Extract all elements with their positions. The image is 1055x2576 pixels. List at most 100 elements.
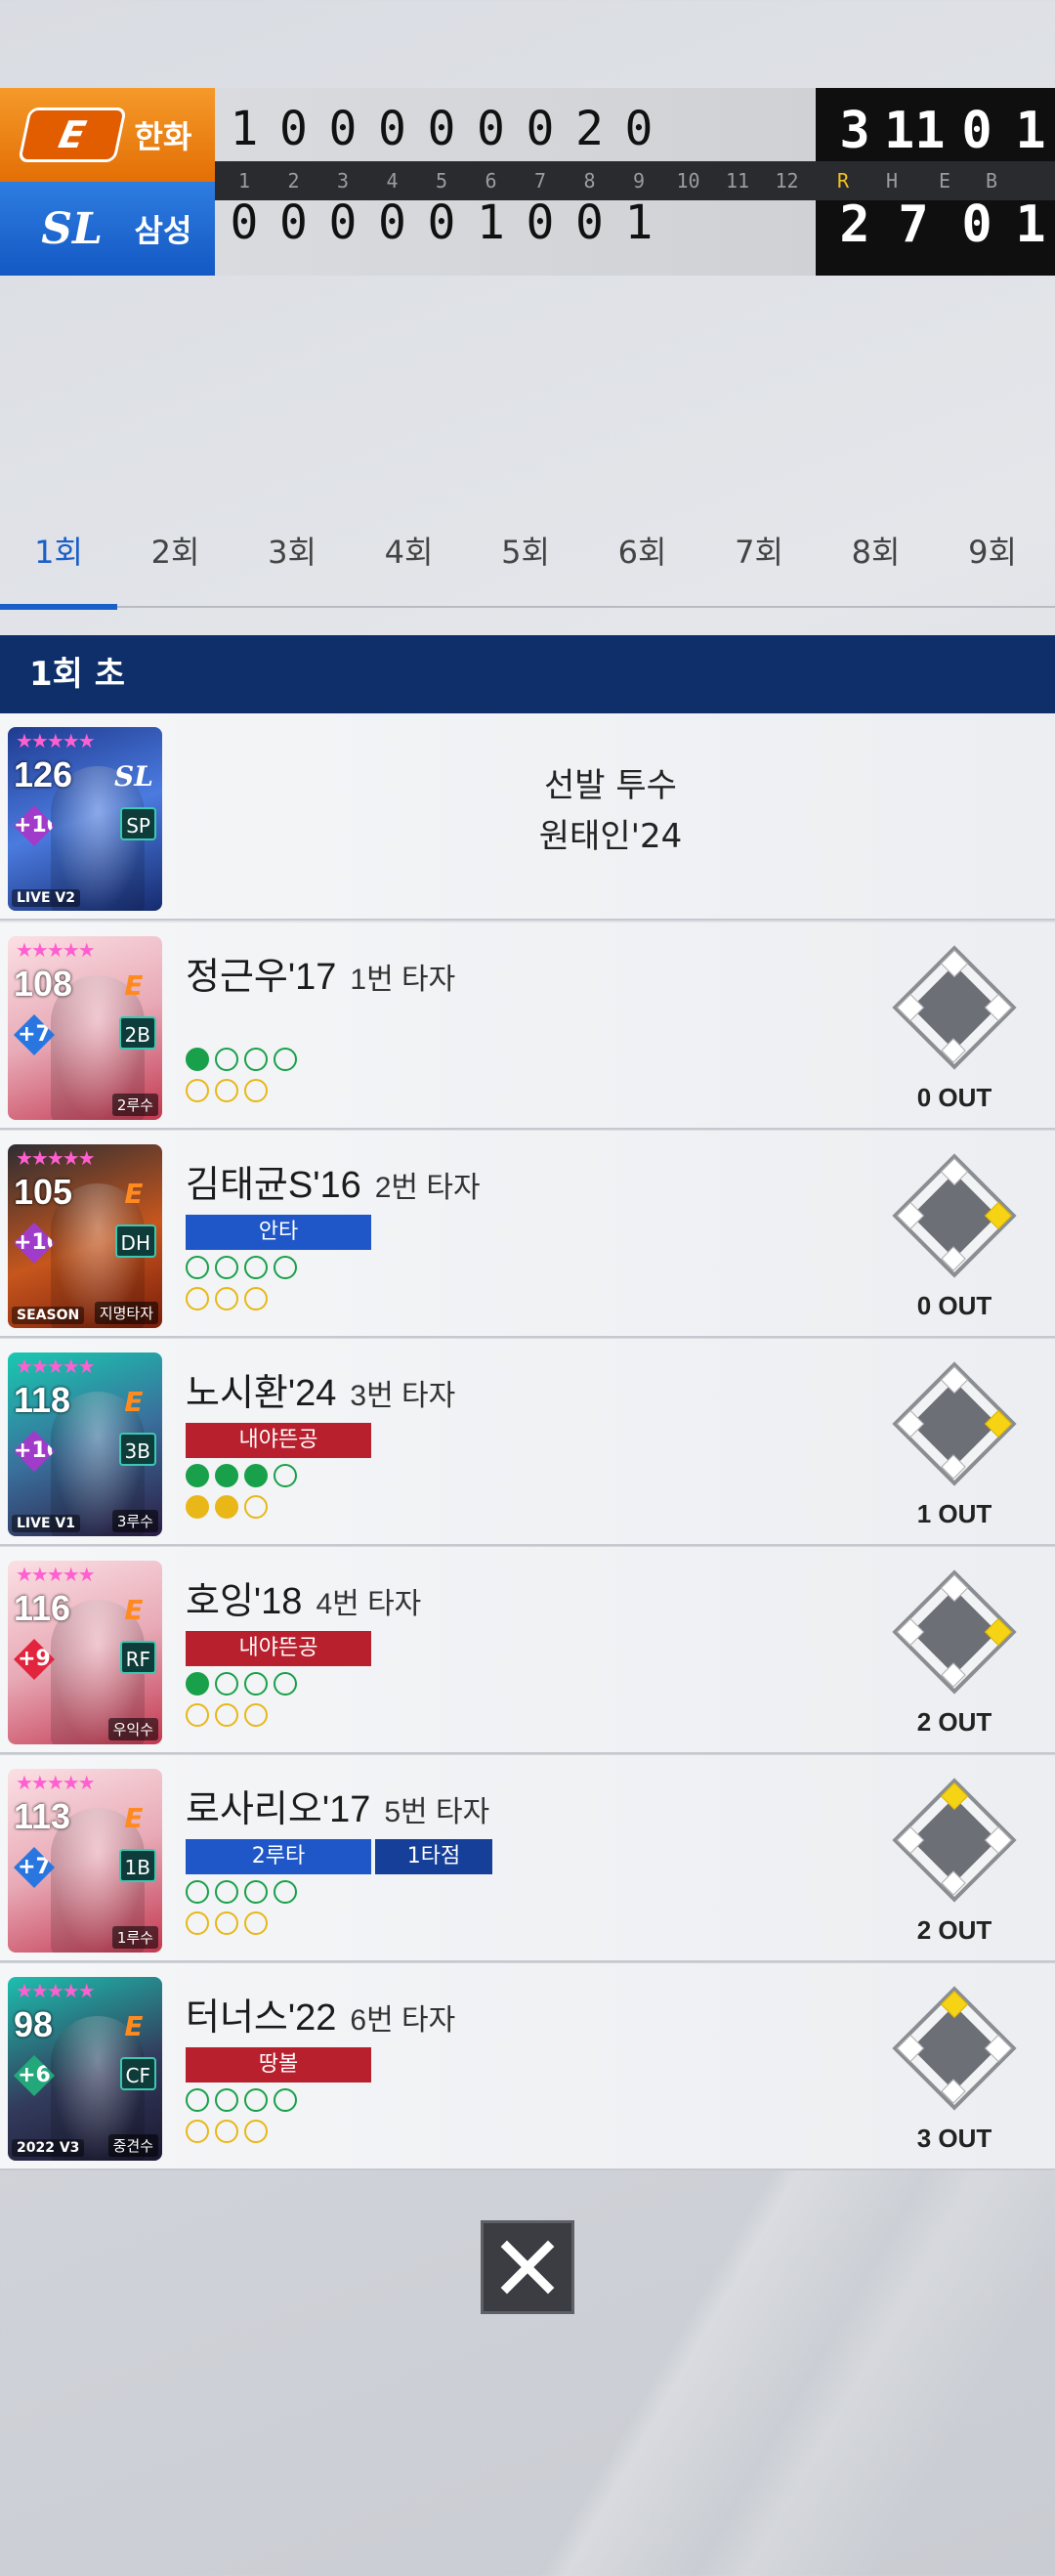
out-count-label: 1 OUT (916, 1499, 992, 1528)
batter-card: ★★★★★ 108 E +7 2B 2루수 (8, 936, 162, 1120)
position-badge: SP (120, 807, 156, 840)
tab-inning-4[interactable]: 4회 (351, 518, 468, 608)
card-tag: SEASON (12, 1307, 85, 1324)
lions-mark-icon: SL (114, 760, 153, 793)
batter-row[interactable]: ★★★★★ 116 E +9 RF 우익수 호잉'18 4번 타자 내야뜬공 2 OUT (0, 1547, 1055, 1754)
ball-dot-icon (186, 1256, 209, 1279)
at-bat-results: 내야뜬공 (186, 1423, 371, 1458)
batter-name: 로사리오'17 5번 타자 (186, 1779, 489, 1832)
ball-dot-icon (244, 1672, 268, 1696)
eagles-mark-icon: E (124, 1386, 144, 1418)
position-badge: DH (114, 1224, 156, 1258)
ball-dot-icon (186, 1672, 209, 1696)
home-inning-1-score: 0 (230, 195, 259, 250)
strike-count-indicator (186, 1079, 268, 1102)
ball-dot-icon (215, 1880, 238, 1904)
away-inning-8-score: 2 (575, 102, 604, 156)
strike-dot-icon (215, 1079, 238, 1102)
batter-row[interactable]: ★★★★★ 98 E +6 CF 2022 V3 중견수 터너스'22 6번 타자 땅볼 3 OUT (0, 1963, 1055, 2170)
at-bat-results: 내야뜬공 (186, 1631, 371, 1666)
strike-count-indicator (186, 1703, 268, 1727)
strike-dot-icon (244, 1703, 268, 1727)
enhance-badge: +9 (14, 1639, 55, 1680)
card-tag: 2022 V3 (12, 2139, 85, 2157)
eagles-mark-icon: E (124, 2010, 144, 2042)
away-team-badge: E 한화 (0, 88, 215, 182)
batting-order: 6번 타자 (350, 2004, 456, 2037)
strike-count-indicator (186, 2120, 268, 2143)
star-rating-icon: ★★★★★ (16, 729, 96, 752)
card-role-label: 지명타자 (94, 1302, 158, 1324)
batter-card: ★★★★★ 98 E +6 CF 2022 V3 중견수 (8, 1977, 162, 2161)
position-badge: 2B (118, 1016, 156, 1050)
away-total-b: 1 (1015, 102, 1046, 160)
home-inning-3-score: 0 (328, 195, 358, 250)
inning-header: 1회 초 (0, 635, 1055, 713)
ball-dot-icon (215, 1256, 238, 1279)
tab-inning-1[interactable]: 1회 (0, 518, 117, 610)
eagles-mark-icon: E (124, 1178, 144, 1210)
strike-dot-icon (186, 1287, 209, 1310)
ball-dot-icon (244, 2088, 268, 2112)
inning-number-2: 2 (287, 169, 300, 193)
total-header-e: E (938, 169, 951, 193)
batter-card: ★★★★★ 105 E +10 DH SEASON 지명타자 (8, 1144, 162, 1328)
home-inning-7-score: 0 (526, 195, 555, 250)
position-badge: RF (119, 1641, 156, 1674)
tab-inning-3[interactable]: 3회 (233, 518, 351, 608)
scoreboard: E 한화 100000020 3 11 0 1 1 2 3 4 5 6 7 8 9 10 11 12 R H E B… (0, 88, 1055, 276)
tab-inning-9[interactable]: 9회 (934, 518, 1051, 608)
home-total-r: 2 (839, 195, 870, 254)
home-total-h: 7 (898, 195, 929, 254)
away-total-r: 3 (839, 102, 870, 160)
star-rating-icon: ★★★★★ (16, 1563, 96, 1586)
tab-inning-5[interactable]: 5회 (467, 518, 584, 608)
star-rating-icon: ★★★★★ (16, 1146, 96, 1170)
away-inning-2-score: 0 (279, 102, 308, 156)
strike-count-indicator (186, 1911, 268, 1935)
away-total-h: 11 (884, 102, 946, 160)
batter-name-text: 터너스'22 (186, 1997, 337, 2039)
position-badge: CF (119, 2057, 156, 2090)
at-bat-results: 안타 (186, 1215, 371, 1250)
batter-name-text: 노시환'24 (186, 1373, 337, 1414)
batter-name: 김태균S'16 2번 타자 (186, 1154, 481, 1208)
batter-row[interactable]: ★★★★★ 118 E +10 3B LIVE V1 3루수 노시환'24 3번 타자 내야뜬공 1… (0, 1339, 1055, 1546)
ball-dot-icon (274, 1048, 297, 1071)
star-rating-icon: ★★★★★ (16, 1771, 96, 1794)
batting-order: 3번 타자 (350, 1380, 456, 1412)
inning-number-10: 10 (676, 169, 700, 193)
ball-dot-icon (215, 2088, 238, 2112)
tab-inning-7[interactable]: 7회 (700, 518, 818, 608)
star-rating-icon: ★★★★★ (16, 938, 96, 962)
base-diamond-icon (891, 1568, 1018, 1696)
inning-number-8: 8 (583, 169, 596, 193)
ball-dot-icon (274, 2088, 297, 2112)
close-button[interactable] (481, 2220, 574, 2314)
strike-dot-icon (186, 1703, 209, 1727)
tab-inning-6[interactable]: 6회 (584, 518, 701, 608)
ball-dot-icon (244, 1048, 268, 1071)
away-team-name: 한화 (134, 118, 192, 155)
batter-name: 정근우'17 1번 타자 (186, 946, 455, 1000)
batter-card: ★★★★★ 113 E +7 1B 1루수 (8, 1769, 162, 1953)
inning-number-9: 9 (632, 169, 646, 193)
card-role-label: 3루수 (111, 1510, 158, 1532)
out-count-label: 2 OUT (916, 1707, 992, 1737)
eagles-logo-icon: E (17, 107, 127, 162)
at-bat-results: 2루타 1타점 (186, 1839, 492, 1874)
strike-dot-icon (186, 1079, 209, 1102)
tab-inning-2[interactable]: 2회 (117, 518, 234, 608)
batter-row[interactable]: ★★★★★ 113 E +7 1B 1루수 로사리오'17 5번 타자 2루타 1타점 2 OUT (0, 1755, 1055, 1962)
pitcher-row[interactable]: ★★★★★ 126 SL +10 SP LIVE V2 선발 투수 원태인'24 (0, 713, 1055, 921)
out-count-label: 3 OUT (916, 2124, 992, 2153)
batter-row[interactable]: ★★★★★ 108 E +7 2B 2루수 정근우'17 1번 타자 0 OUT (0, 923, 1055, 1130)
batter-row[interactable]: ★★★★★ 105 E +10 DH SEASON 지명타자 김태균S'16 2번 타자 안타 0 … (0, 1131, 1055, 1338)
eagles-mark-icon: E (124, 1594, 144, 1626)
tab-inning-8[interactable]: 8회 (818, 518, 935, 608)
ball-count-indicator (186, 2088, 297, 2112)
ball-count-indicator (186, 1880, 297, 1904)
ball-dot-icon (186, 1048, 209, 1071)
away-inning-3-score: 0 (328, 102, 358, 156)
inning-number-7: 7 (533, 169, 547, 193)
